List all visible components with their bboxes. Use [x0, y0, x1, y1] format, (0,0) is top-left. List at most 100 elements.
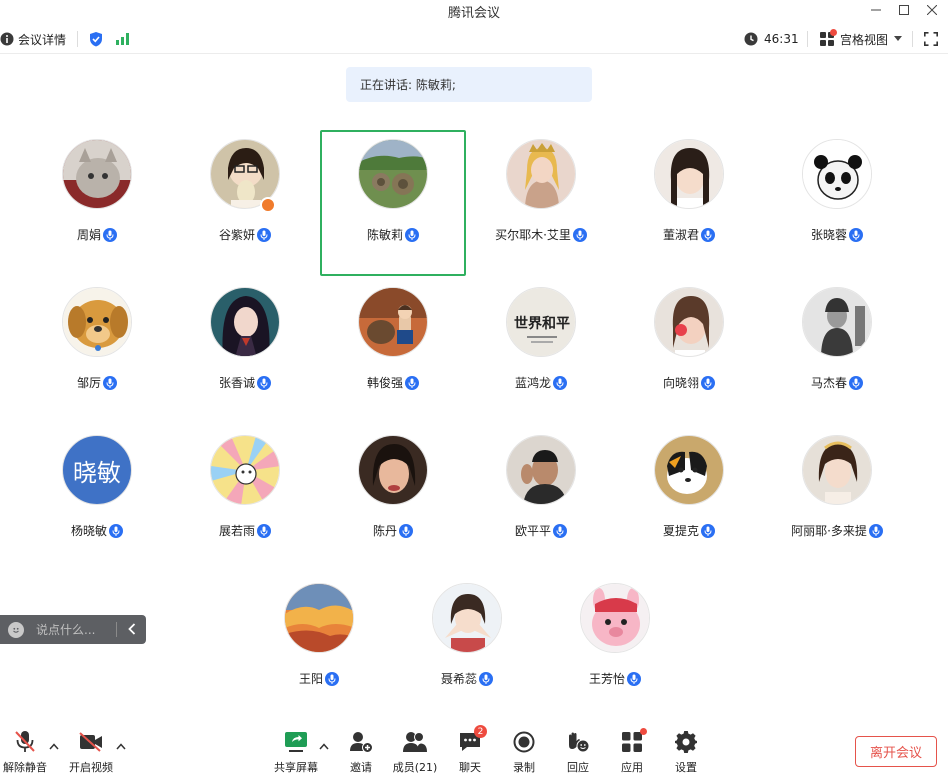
mic-icon	[572, 227, 587, 242]
participant-tile[interactable]: 谷紫妍	[172, 130, 318, 276]
network-signal-icon[interactable]	[116, 24, 130, 54]
bottom-control-bar: 解除静音 开启视频 共享屏幕 邀请 成员(21) 2 聊天 录制 回应 应用 设…	[0, 722, 948, 773]
participant-name: 邹厉	[76, 376, 101, 390]
mic-icon	[399, 523, 413, 538]
share-screen-icon	[283, 730, 309, 754]
participant-name-row: 蓝鸿龙	[468, 374, 614, 391]
meeting-toolbar: 会议详情 46:31 宫格视图	[0, 24, 948, 54]
avatar	[506, 139, 576, 209]
leave-meeting-button[interactable]: 离开会议	[855, 736, 937, 767]
chevron-up-icon[interactable]	[48, 740, 60, 752]
invite-button[interactable]: 邀请	[334, 730, 388, 773]
emoji-icon[interactable]	[8, 621, 24, 638]
meeting-timer: 46:31	[744, 24, 799, 54]
participant-name-row: 阿丽耶·多来提	[764, 522, 910, 539]
host-badge-icon	[260, 197, 276, 213]
participant-tile[interactable]: 张香诚	[172, 278, 318, 424]
participant-name: 向晓翎	[662, 376, 699, 390]
participant-name: 马杰春	[810, 376, 847, 390]
participant-tile[interactable]: 阿丽耶·多来提	[764, 426, 910, 572]
timer-text: 46:31	[764, 32, 799, 46]
participant-name: 王芳怡	[588, 672, 625, 686]
participant-name: 韩俊强	[366, 376, 403, 390]
participant-name: 杨晓敏	[70, 524, 107, 538]
minimize-button[interactable]	[862, 0, 890, 20]
chevron-down-icon	[894, 36, 903, 42]
mic-icon	[103, 375, 117, 390]
invite-label: 邀请	[350, 761, 372, 773]
settings-label: 设置	[675, 761, 697, 773]
participant-name: 张香诚	[218, 376, 255, 390]
maximize-button[interactable]	[890, 0, 918, 20]
divider	[116, 622, 117, 637]
participant-tile[interactable]: 夏提克	[616, 426, 762, 572]
participant-name-row: 韩俊强	[320, 374, 466, 391]
participant-tile[interactable]: 韩俊强	[320, 278, 466, 424]
chat-button[interactable]: 2 聊天	[443, 725, 497, 773]
apps-button[interactable]: 应用	[605, 728, 659, 773]
participant-tile[interactable]: 世界和平 蓝鸿龙	[468, 278, 614, 424]
participant-tile[interactable]: 张晓蓉	[764, 130, 910, 276]
participant-name-row: 王阳	[246, 670, 392, 687]
participant-tile[interactable]: 陈敏莉	[320, 130, 466, 276]
members-button[interactable]: 成员(21)	[388, 730, 442, 773]
mic-icon	[701, 375, 715, 390]
mic-icon	[849, 227, 863, 242]
fullscreen-button[interactable]	[924, 24, 938, 54]
participant-tile[interactable]: 周娟	[24, 130, 170, 276]
participant-tile[interactable]: 董淑君	[616, 130, 762, 276]
chevron-up-icon[interactable]	[318, 740, 330, 752]
view-switch-button[interactable]: 宫格视图	[820, 24, 903, 54]
share-screen-button[interactable]: 共享屏幕	[269, 730, 323, 773]
clock-icon	[744, 32, 758, 46]
react-label: 回应	[567, 761, 589, 773]
participant-name: 蓝鸿龙	[514, 376, 551, 390]
mic-icon	[257, 523, 271, 538]
unmute-button[interactable]: 解除静音	[0, 730, 52, 773]
divider	[807, 31, 808, 47]
mic-icon	[627, 671, 641, 686]
mic-icon	[868, 523, 883, 538]
window-title: 腾讯会议	[447, 6, 500, 21]
participant-tile[interactable]: 买尔耶木·艾里	[468, 130, 614, 276]
participant-name: 周娟	[76, 228, 101, 242]
chevron-up-icon[interactable]	[115, 740, 127, 752]
mic-icon	[405, 375, 419, 390]
react-button[interactable]: 回应	[551, 730, 605, 773]
mic-icon	[701, 227, 715, 242]
mic-icon	[257, 375, 271, 390]
apps-grid-icon	[619, 728, 647, 754]
participant-tile[interactable]: 王芳怡	[542, 574, 688, 720]
members-label: 成员(21)	[392, 761, 438, 773]
chat-unread-badge: 2	[474, 725, 487, 738]
participant-tile[interactable]: 欧平平	[468, 426, 614, 572]
participant-tile[interactable]: 晓敏 杨晓敏	[24, 426, 170, 572]
participant-tile[interactable]: 向晓翎	[616, 278, 762, 424]
record-button[interactable]: 录制	[497, 730, 551, 773]
participant-name: 陈敏莉	[366, 228, 403, 242]
participant-name-row: 向晓翎	[616, 374, 762, 391]
chevron-left-icon[interactable]	[122, 619, 142, 639]
start-video-button[interactable]: 开启视频	[64, 730, 118, 773]
participant-tile[interactable]: 展若雨	[172, 426, 318, 572]
participant-tile[interactable]: 邹厉	[24, 278, 170, 424]
mic-icon	[325, 671, 339, 686]
participant-tile[interactable]: 聂希蕊	[394, 574, 540, 720]
members-icon	[402, 730, 428, 754]
participant-tile[interactable]: 陈丹	[320, 426, 466, 572]
close-button[interactable]	[918, 0, 946, 20]
meeting-info-button[interactable]: 会议详情	[0, 24, 66, 54]
grid-view-icon	[820, 28, 837, 47]
chat-label: 聊天	[459, 761, 481, 773]
settings-button[interactable]: 设置	[659, 730, 713, 773]
chat-input-placeholder[interactable]: 说点什么...	[36, 621, 95, 638]
participant-tile[interactable]: 马杰春	[764, 278, 910, 424]
mic-muted-icon	[12, 730, 38, 754]
participant-tile[interactable]: 王阳	[246, 574, 392, 720]
mic-icon	[849, 375, 863, 390]
security-shield-icon[interactable]	[89, 24, 103, 54]
quick-chat-box[interactable]: 说点什么...	[0, 615, 146, 644]
participant-name-row: 买尔耶木·艾里	[468, 226, 614, 243]
avatar	[506, 435, 576, 505]
participant-name: 展若雨	[218, 524, 255, 538]
